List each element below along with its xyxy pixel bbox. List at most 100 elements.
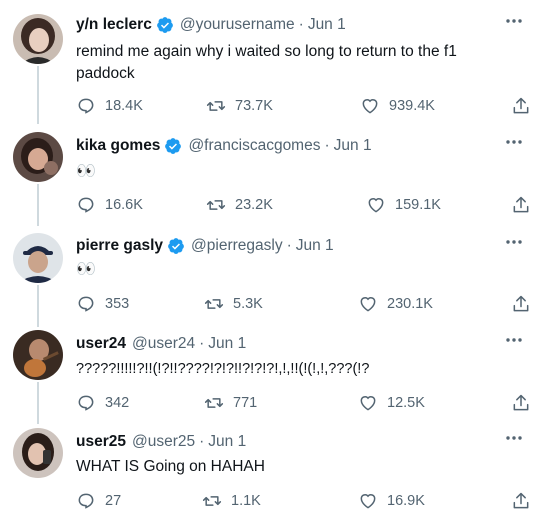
reply-count: 27 (105, 493, 122, 509)
like-icon (360, 494, 376, 509)
retweet-count: 5.3K (233, 296, 263, 312)
tweet-header: user25 @user25 · Jun 1 (76, 431, 246, 453)
avatar[interactable] (13, 132, 63, 182)
tweet-actions: 342 771 12.5K (76, 392, 529, 414)
reply-count: 18.4K (105, 98, 143, 114)
verified-badge-icon (168, 238, 184, 254)
retweet-button[interactable]: 5.3K (204, 293, 263, 315)
like-icon (362, 99, 378, 114)
separator-dot: · (286, 237, 292, 254)
like-count: 159.1K (395, 197, 441, 213)
man-cap-avatar (13, 233, 63, 283)
tweet-header: kika gomes @franciscacgomes · Jun 1 (76, 135, 372, 157)
thread-line (37, 285, 39, 327)
reply-button[interactable]: 16.6K (76, 194, 143, 216)
reply-icon (78, 493, 94, 509)
tweet-header: pierre gasly @pierregasly · Jun 1 (76, 235, 334, 257)
retweet-icon (206, 200, 226, 210)
more-icon[interactable] (502, 133, 526, 151)
separator-dot: · (298, 16, 304, 33)
separator-dot: · (199, 433, 205, 450)
timestamp[interactable]: Jun 1 (334, 137, 372, 155)
like-count: 12.5K (387, 395, 425, 411)
handle[interactable]: @yourusername (180, 16, 295, 34)
guitar-photo-avatar (13, 330, 63, 380)
share-icon[interactable] (511, 294, 531, 314)
share-icon[interactable] (511, 195, 531, 215)
tweet-actions: 18.4K 73.7K 939.4K (76, 95, 529, 117)
share-icon[interactable] (511, 393, 531, 413)
verified-badge-icon (165, 138, 182, 154)
reply-button[interactable]: 27 (76, 490, 121, 512)
like-icon (360, 297, 376, 312)
reply-count: 353 (105, 296, 130, 312)
like-icon (368, 198, 384, 213)
like-count: 939.4K (389, 98, 435, 114)
thread-line (37, 66, 39, 124)
timestamp[interactable]: Jun 1 (208, 433, 246, 451)
handle[interactable]: @franciscacgomes (188, 137, 320, 155)
tweet-text: 👀 (76, 261, 97, 278)
more-icon[interactable] (502, 429, 526, 447)
display-name[interactable]: user25 (76, 433, 126, 451)
separator-dot: · (199, 335, 205, 352)
share-icon[interactable] (511, 96, 531, 116)
handle[interactable]: @user24 (132, 335, 195, 353)
like-icon (360, 396, 376, 411)
timestamp[interactable]: Jun 1 (296, 237, 334, 255)
avatar[interactable] (13, 428, 63, 478)
reply-count: 342 (105, 395, 130, 411)
like-button[interactable]: 16.9K (358, 490, 425, 512)
reply-count: 16.6K (105, 197, 143, 213)
timestamp[interactable]: Jun 1 (308, 16, 346, 34)
retweet-icon (204, 299, 224, 309)
timestamp[interactable]: Jun 1 (208, 335, 246, 353)
tweet-text: remind me again why i waited so long to … (76, 43, 457, 82)
tweet-text: WHAT IS Going on HAHAH (76, 458, 265, 475)
like-button[interactable]: 939.4K (360, 95, 435, 117)
retweet-button[interactable]: 73.7K (206, 95, 273, 117)
display-name[interactable]: kika gomes (76, 137, 160, 155)
woman-selfie-avatar (13, 132, 63, 182)
retweet-count: 73.7K (235, 98, 273, 114)
retweet-icon (204, 398, 224, 408)
reply-icon (78, 395, 94, 411)
avatar[interactable] (13, 233, 63, 283)
tweet-header: user24 @user24 · Jun 1 (76, 333, 246, 355)
retweet-button[interactable]: 23.2K (206, 194, 273, 216)
like-button[interactable]: 12.5K (358, 392, 425, 414)
retweet-count: 23.2K (235, 197, 273, 213)
tweet-header: y/n leclerc @yourusername · Jun 1 (76, 14, 346, 36)
woman-dark-hair-avatar (13, 14, 63, 64)
handle[interactable]: @user25 (132, 433, 195, 451)
tweet-actions: 16.6K 23.2K 159.1K (76, 194, 529, 216)
woman-phone-avatar (13, 428, 63, 478)
avatar[interactable] (13, 330, 63, 380)
tweet-thread: y/n leclerc @yourusername · Jun 1 remind… (0, 0, 540, 524)
tweet-actions: 27 1.1K 16.9K (76, 490, 529, 512)
like-button[interactable]: 159.1K (366, 194, 441, 216)
share-icon[interactable] (511, 491, 531, 511)
more-icon[interactable] (502, 233, 526, 251)
retweet-icon (206, 101, 226, 111)
more-icon[interactable] (502, 331, 526, 349)
more-icon[interactable] (502, 12, 526, 30)
display-name[interactable]: user24 (76, 335, 126, 353)
display-name[interactable]: y/n leclerc (76, 16, 152, 34)
like-count: 16.9K (387, 493, 425, 509)
like-count: 230.1K (387, 296, 433, 312)
reply-button[interactable]: 342 (76, 392, 129, 414)
reply-button[interactable]: 18.4K (76, 95, 143, 117)
handle[interactable]: @pierregasly (191, 237, 283, 255)
reply-icon (78, 98, 94, 114)
thread-line (37, 184, 39, 226)
tweet-text: ?????!!!!!?!!(!?!!????!?!?!!?!?!?!,!,!!(… (76, 361, 370, 377)
tweet-actions: 353 5.3K 230.1K (76, 293, 529, 315)
display-name[interactable]: pierre gasly (76, 237, 163, 255)
retweet-button[interactable]: 771 (204, 392, 257, 414)
like-button[interactable]: 230.1K (358, 293, 433, 315)
thread-line (37, 382, 39, 424)
reply-button[interactable]: 353 (76, 293, 129, 315)
retweet-button[interactable]: 1.1K (202, 490, 261, 512)
avatar[interactable] (13, 14, 63, 64)
